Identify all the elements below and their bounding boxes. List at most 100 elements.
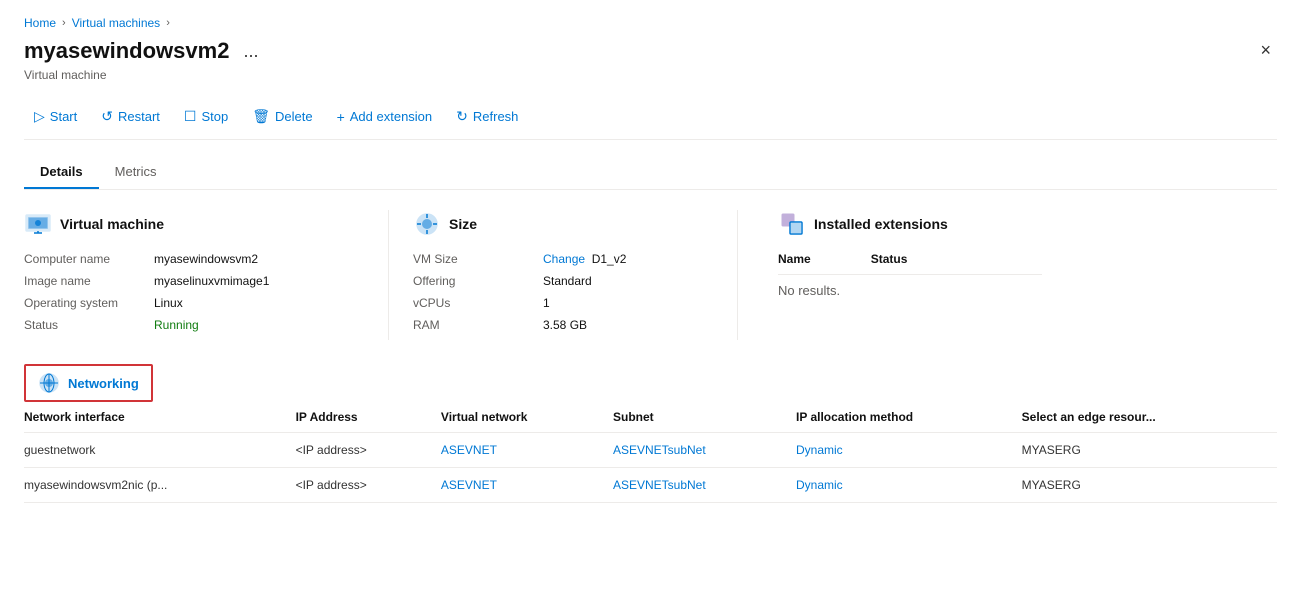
refresh-label: Refresh (473, 109, 519, 124)
size-section-header: Size (413, 210, 689, 238)
tabs: Details Metrics (24, 156, 1277, 190)
breadcrumb-home[interactable]: Home (24, 16, 56, 30)
breadcrumb-vms[interactable]: Virtual machines (72, 16, 161, 30)
prop-offering: Offering Standard (413, 274, 689, 288)
azure-vm-page: Home › Virtual machines › myasewindowsvm… (0, 0, 1301, 596)
cell-ni-1: guestnetwork (24, 433, 296, 468)
ext-section-title: Installed extensions (814, 216, 948, 232)
prop-vm-size: VM Size Change D1_v2 (413, 252, 689, 266)
networking-table-header: Network interface IP Address Virtual net… (24, 402, 1277, 433)
page-title-area: myasewindowsvm2 ... (24, 38, 264, 64)
divider-1 (388, 210, 389, 340)
delete-button[interactable]: 🗑 Delete (242, 102, 322, 131)
prop-ram: RAM 3.58 GB (413, 318, 689, 332)
start-button[interactable]: ▷ Start (24, 102, 87, 131)
size-section-title: Size (449, 216, 477, 232)
add-extension-button[interactable]: + Add extension (327, 103, 443, 131)
cell-subnet-1: ASEVNETsubNet (613, 433, 796, 468)
ext-col-status: Status (871, 252, 908, 266)
delete-icon: 🗑 (252, 108, 270, 125)
stop-label: Stop (201, 109, 228, 124)
prop-value-vcpus: 1 (543, 296, 550, 310)
prop-label-os: Operating system (24, 296, 154, 310)
cell-vnet-1: ASEVNET (441, 433, 613, 468)
table-row: myasewindowsvm2nic (p... <IP address> AS… (24, 468, 1277, 503)
prop-value-os: Linux (154, 296, 183, 310)
networking-table: Network interface IP Address Virtual net… (24, 402, 1277, 503)
extensions-section: Installed extensions Name Status No resu… (762, 210, 1042, 340)
cell-alloc-2: Dynamic (796, 468, 1022, 503)
prop-value-computer: myasewindowsvm2 (154, 252, 258, 266)
vm-section-header: Virtual machine (24, 210, 340, 238)
cell-alloc-1: Dynamic (796, 433, 1022, 468)
divider-2 (737, 210, 738, 340)
networking-table-body: guestnetwork <IP address> ASEVNET ASEVNE… (24, 433, 1277, 503)
refresh-button[interactable]: ↻ Refresh (446, 102, 528, 131)
breadcrumb: Home › Virtual machines › (24, 16, 1277, 30)
add-icon: + (337, 109, 345, 125)
table-row: guestnetwork <IP address> ASEVNET ASEVNE… (24, 433, 1277, 468)
breadcrumb-sep-2: › (166, 17, 170, 29)
prop-label-vmsize: VM Size (413, 252, 543, 266)
ext-no-results: No results. (778, 283, 1042, 298)
prop-value-image: myaselinuxvmimage1 (154, 274, 269, 288)
vm-icon (24, 210, 52, 238)
ext-col-name: Name (778, 252, 811, 266)
cell-ip-2: <IP address> (296, 468, 441, 503)
cell-edge-2: MYASERG (1022, 468, 1277, 503)
vm-properties: Computer name myasewindowsvm2 Image name… (24, 252, 340, 332)
start-label: Start (50, 109, 77, 124)
prop-value-offering: Standard (543, 274, 592, 288)
networking-box[interactable]: Networking (24, 364, 153, 402)
prop-label-offering: Offering (413, 274, 543, 288)
prop-status: Status Running (24, 318, 340, 332)
prop-label-vcpus: vCPUs (413, 296, 543, 310)
prop-label-computer: Computer name (24, 252, 154, 266)
prop-value-vmsize: Change D1_v2 (543, 252, 626, 266)
page-header: myasewindowsvm2 ... × (24, 38, 1277, 64)
close-button[interactable]: × (1254, 38, 1277, 63)
prop-value-ram: 3.58 GB (543, 318, 587, 332)
tab-metrics[interactable]: Metrics (99, 156, 173, 189)
breadcrumb-sep-1: › (62, 17, 66, 29)
networking-icon (38, 372, 60, 394)
prop-value-status: Running (154, 318, 199, 332)
delete-label: Delete (275, 109, 313, 124)
size-icon (413, 210, 441, 238)
prop-label-image: Image name (24, 274, 154, 288)
stop-icon: ☐ (184, 108, 197, 125)
stop-button[interactable]: ☐ Stop (174, 102, 238, 131)
col-ip-address: IP Address (296, 402, 441, 433)
refresh-icon: ↻ (456, 108, 468, 125)
col-subnet: Subnet (613, 402, 796, 433)
prop-label-ram: RAM (413, 318, 543, 332)
prop-vcpus: vCPUs 1 (413, 296, 689, 310)
col-edge-resource: Select an edge resour... (1022, 402, 1277, 433)
add-extension-label: Add extension (350, 109, 432, 124)
size-section: Size VM Size Change D1_v2 Offering Stand… (413, 210, 713, 340)
start-icon: ▷ (34, 108, 45, 125)
page-title: myasewindowsvm2 (24, 38, 229, 64)
vm-section: Virtual machine Computer name myasewindo… (24, 210, 364, 340)
networking-label: Networking (68, 376, 139, 391)
content-area: Virtual machine Computer name myasewindo… (24, 210, 1277, 340)
tab-details[interactable]: Details (24, 156, 99, 189)
prop-computer-name: Computer name myasewindowsvm2 (24, 252, 340, 266)
extensions-icon (778, 210, 806, 238)
prop-label-status: Status (24, 318, 154, 332)
networking-section: Networking Network interface IP Address … (24, 356, 1277, 503)
restart-icon: ↺ (101, 108, 113, 125)
ext-section-header: Installed extensions (778, 210, 1042, 238)
ellipsis-button[interactable]: ... (237, 39, 264, 64)
prop-image-name: Image name myaselinuxvmimage1 (24, 274, 340, 288)
cell-ip-1: <IP address> (296, 433, 441, 468)
restart-label: Restart (118, 109, 160, 124)
col-virtual-network: Virtual network (441, 402, 613, 433)
vm-section-title: Virtual machine (60, 216, 164, 232)
toolbar: ▷ Start ↺ Restart ☐ Stop 🗑 Delete + Add … (24, 94, 1277, 140)
page-subtitle: Virtual machine (24, 68, 1277, 82)
cell-subnet-2: ASEVNETsubNet (613, 468, 796, 503)
col-network-interface: Network interface (24, 402, 296, 433)
change-size-link[interactable]: Change (543, 252, 585, 266)
restart-button[interactable]: ↺ Restart (91, 102, 170, 131)
